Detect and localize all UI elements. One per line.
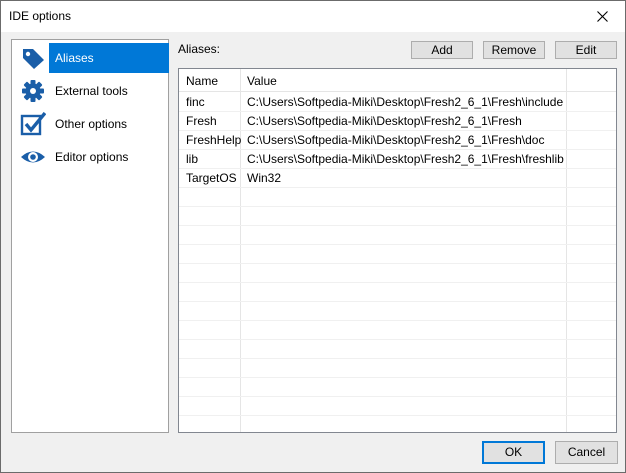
table-rows: finc C:\Users\Softpedia-Miki\Desktop\Fre…	[179, 93, 616, 432]
alias-name-cell: TargetOS	[186, 171, 237, 185]
empty-row	[179, 226, 616, 245]
nav-item-aliases[interactable]: Aliases	[17, 42, 169, 74]
empty-row	[179, 321, 616, 340]
table-row[interactable]: finc C:\Users\Softpedia-Miki\Desktop\Fre…	[179, 93, 616, 112]
alias-value-cell: C:\Users\Softpedia-Miki\Desktop\Fresh2_6…	[247, 114, 522, 128]
alias-name-cell: FreshHelp	[186, 133, 242, 147]
nav-item-editor-options[interactable]: Editor options	[17, 141, 168, 173]
alias-value-cell: C:\Users\Softpedia-Miki\Desktop\Fresh2_6…	[247, 95, 564, 109]
column-header-value[interactable]: Value	[247, 74, 277, 88]
empty-row	[179, 302, 616, 321]
nav-item-label: External tools	[55, 84, 128, 98]
nav-item-label: Other options	[55, 117, 128, 131]
alias-value-cell: C:\Users\Softpedia-Miki\Desktop\Fresh2_6…	[247, 133, 545, 147]
nav-item-other-options[interactable]: Other options	[17, 108, 168, 140]
eye-icon	[21, 151, 45, 163]
gear-icon	[22, 80, 44, 102]
close-button[interactable]	[579, 1, 625, 31]
alias-value-cell: Win32	[247, 171, 282, 185]
close-icon	[596, 10, 608, 22]
nav-item-label: Aliases	[55, 51, 94, 65]
empty-row	[179, 397, 616, 416]
empty-row	[179, 340, 616, 359]
window-title: IDE options	[9, 9, 72, 23]
aliases-label: Aliases:	[178, 42, 221, 56]
aliases-table[interactable]: Name Value finc C:\Users\Softpedia-Miki\…	[178, 68, 617, 433]
ide-options-dialog: IDE options Aliases External tools Other…	[0, 0, 626, 473]
empty-row	[179, 416, 616, 432]
table-row[interactable]: Fresh C:\Users\Softpedia-Miki\Desktop\Fr…	[179, 112, 616, 131]
checkbox-check-icon	[20, 112, 46, 136]
nav-item-external-tools[interactable]: External tools	[17, 75, 168, 107]
table-row[interactable]: lib C:\Users\Softpedia-Miki\Desktop\Fres…	[179, 150, 616, 169]
empty-row	[179, 188, 616, 207]
alias-name-cell: Fresh	[186, 114, 217, 128]
nav-item-label: Editor options	[55, 150, 129, 164]
ok-button[interactable]: OK	[482, 441, 545, 464]
table-row[interactable]: TargetOS Win32	[179, 169, 616, 188]
empty-row	[179, 359, 616, 378]
column-header-name[interactable]: Name	[186, 74, 218, 88]
alias-name-cell: lib	[186, 152, 199, 166]
empty-row	[179, 207, 616, 226]
add-button[interactable]: Add	[411, 41, 473, 59]
empty-row	[179, 245, 616, 264]
cancel-button[interactable]: Cancel	[555, 441, 618, 464]
title-bar: IDE options	[1, 1, 625, 32]
empty-row	[179, 264, 616, 283]
empty-row	[179, 283, 616, 302]
edit-button[interactable]: Edit	[555, 41, 617, 59]
table-header: Name Value	[179, 69, 616, 92]
alias-name-cell: finc	[186, 95, 205, 109]
empty-row	[179, 378, 616, 397]
table-row[interactable]: FreshHelp C:\Users\Softpedia-Miki\Deskto…	[179, 131, 616, 150]
alias-value-cell: C:\Users\Softpedia-Miki\Desktop\Fresh2_6…	[247, 152, 564, 166]
options-category-list: Aliases External tools Other options Edi…	[11, 39, 169, 433]
remove-button[interactable]: Remove	[483, 41, 545, 59]
tag-icon	[23, 49, 44, 69]
